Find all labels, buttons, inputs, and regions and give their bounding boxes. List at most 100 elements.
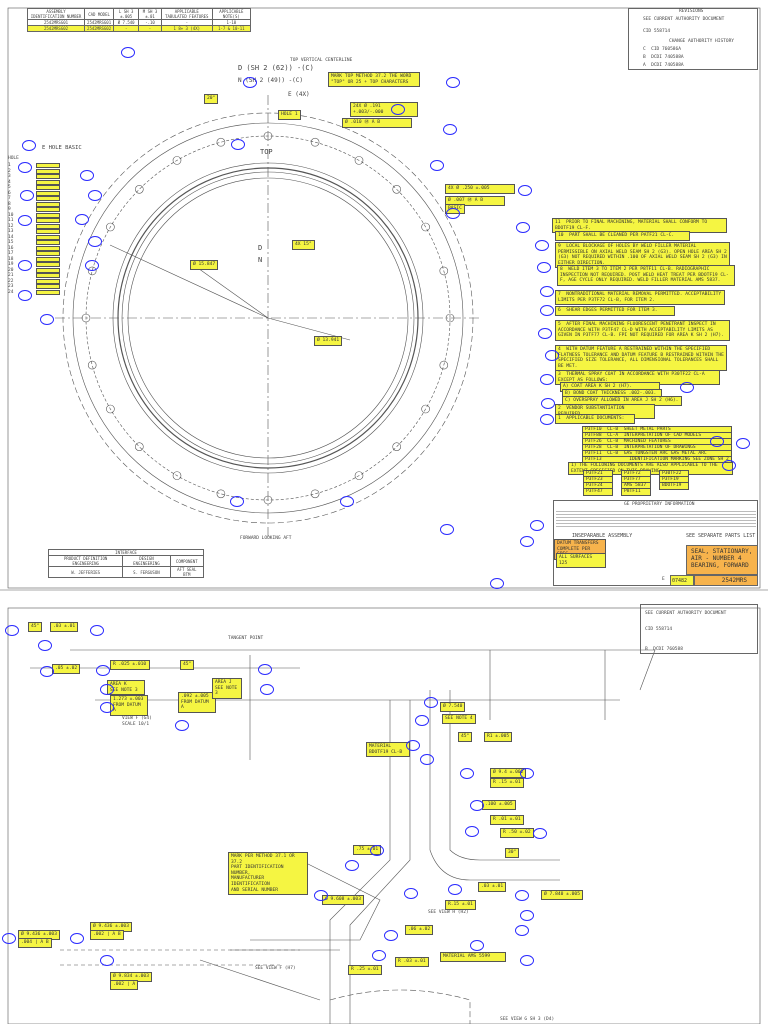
review-balloon[interactable] [490,578,504,589]
review-balloon[interactable] [20,190,34,201]
review-balloon[interactable] [231,139,245,150]
review-balloon[interactable] [260,684,274,695]
review-balloon[interactable] [314,890,328,901]
review-balloon[interactable] [100,955,114,966]
review-balloon[interactable] [121,47,135,58]
review-balloon[interactable] [18,290,32,301]
review-balloon[interactable] [22,140,36,151]
note-4: 8 WELD ITEM 3 TO ITEM 2 PER P8TF11 CL-B.… [557,265,735,286]
review-balloon[interactable] [538,328,552,339]
review-balloon[interactable] [18,162,32,173]
review-balloon[interactable] [5,625,19,636]
review-balloon[interactable] [88,236,102,247]
proprietary-text [556,509,756,529]
review-balloon[interactable] [384,930,398,941]
review-balloon[interactable] [680,382,694,393]
review-balloon[interactable] [515,925,529,936]
review-balloon[interactable] [520,536,534,547]
revision-description: SEE CURRENT AUTHORITY DOCUMENT [643,17,725,22]
review-balloon[interactable] [540,305,554,316]
review-balloon[interactable] [18,215,32,226]
hole-angle-cell [36,223,60,229]
hole-angle-cell [36,256,60,262]
review-balloon[interactable] [90,625,104,636]
review-balloon[interactable] [370,845,384,856]
hole-angle-cell [36,289,60,295]
review-balloon[interactable] [518,185,532,196]
review-balloon[interactable] [446,208,460,219]
cage-code: 07482 [670,575,694,586]
review-balloon[interactable] [70,933,84,944]
review-balloon[interactable] [446,77,460,88]
dimension-callout: R1 ±.005 [484,732,513,742]
review-balloon[interactable] [420,754,434,765]
angle-dimension: 20° [204,94,219,104]
hole-1-label: HOLE 1 [278,110,301,120]
review-balloon[interactable] [722,460,736,471]
review-balloon[interactable] [443,124,457,135]
review-balloon[interactable] [540,414,554,425]
dimension-callout: R .25 ±.01 [348,965,382,975]
review-balloon[interactable] [470,800,484,811]
hole-angle-cell [36,212,60,218]
review-balloon[interactable] [541,398,555,409]
review-balloon[interactable] [88,190,102,201]
history-row: B DCDI 740588A [643,55,684,60]
review-balloon[interactable] [38,640,52,651]
review-balloon[interactable] [18,260,32,271]
review-balloon[interactable] [340,496,354,507]
review-balloon[interactable] [537,262,551,273]
review-balloon[interactable] [424,697,438,708]
review-balloon[interactable] [40,666,54,677]
view-f-reference: SEE VIEW F (H7) [255,966,296,971]
review-balloon[interactable] [520,910,534,921]
dimension-callout: R.15 ±.01 [445,900,476,910]
review-balloon[interactable] [40,314,54,325]
review-balloon[interactable] [535,240,549,251]
review-balloon[interactable] [100,684,114,695]
review-balloon[interactable] [448,884,462,895]
review-balloon[interactable] [520,955,534,966]
hole-angle-cell [36,190,60,196]
parts-list-label: SEE SEPARATE PARTS LIST [686,533,756,539]
review-balloon[interactable] [80,170,94,181]
review-balloon[interactable] [533,828,547,839]
table-cell: 2542MRSG02 [84,25,115,32]
review-balloon[interactable] [516,222,530,233]
review-balloon[interactable] [515,890,529,901]
note-5: 7 NONTRADITIONAL MATERIAL REMOVAL PERMIT… [555,290,725,306]
mark-top-note: MARK TOP METHOD 37.2 THE WORD "TOP" OR 2… [328,72,420,88]
review-balloon[interactable] [710,436,724,447]
table-header: CAD MODEL [84,8,115,20]
review-balloon[interactable] [465,826,479,837]
review-balloon[interactable] [460,768,474,779]
review-balloon[interactable] [258,664,272,675]
review-balloon[interactable] [520,768,534,779]
review-balloon[interactable] [415,715,429,726]
review-balloon[interactable] [430,160,444,171]
review-balloon[interactable] [391,104,405,115]
review-balloon[interactable] [540,286,554,297]
material-callout: MATERIAL BDOTF19 CL-B [366,742,410,758]
review-balloon[interactable] [470,940,484,951]
review-balloon[interactable] [540,374,554,385]
review-balloon[interactable] [2,933,16,944]
review-balloon[interactable] [736,438,750,449]
review-balloon[interactable] [175,720,189,731]
area-j-callout: AREA J SEE NOTE 3 [212,678,242,699]
part-name: SEAL, STATIONARY, AIR - NUMBER 4 BEARING… [686,545,758,575]
review-balloon[interactable] [404,888,418,899]
review-balloon[interactable] [440,524,454,535]
bolt-hole [216,489,226,499]
review-balloon[interactable] [100,702,114,713]
review-balloon[interactable] [345,860,359,871]
review-balloon[interactable] [75,214,89,225]
review-balloon[interactable] [372,950,386,961]
review-balloon[interactable] [85,260,99,271]
review-balloon[interactable] [96,665,110,676]
review-balloon[interactable] [545,350,559,361]
review-balloon[interactable] [406,740,420,751]
review-balloon[interactable] [230,496,244,507]
review-balloon[interactable] [243,77,257,88]
review-balloon[interactable] [530,520,544,531]
